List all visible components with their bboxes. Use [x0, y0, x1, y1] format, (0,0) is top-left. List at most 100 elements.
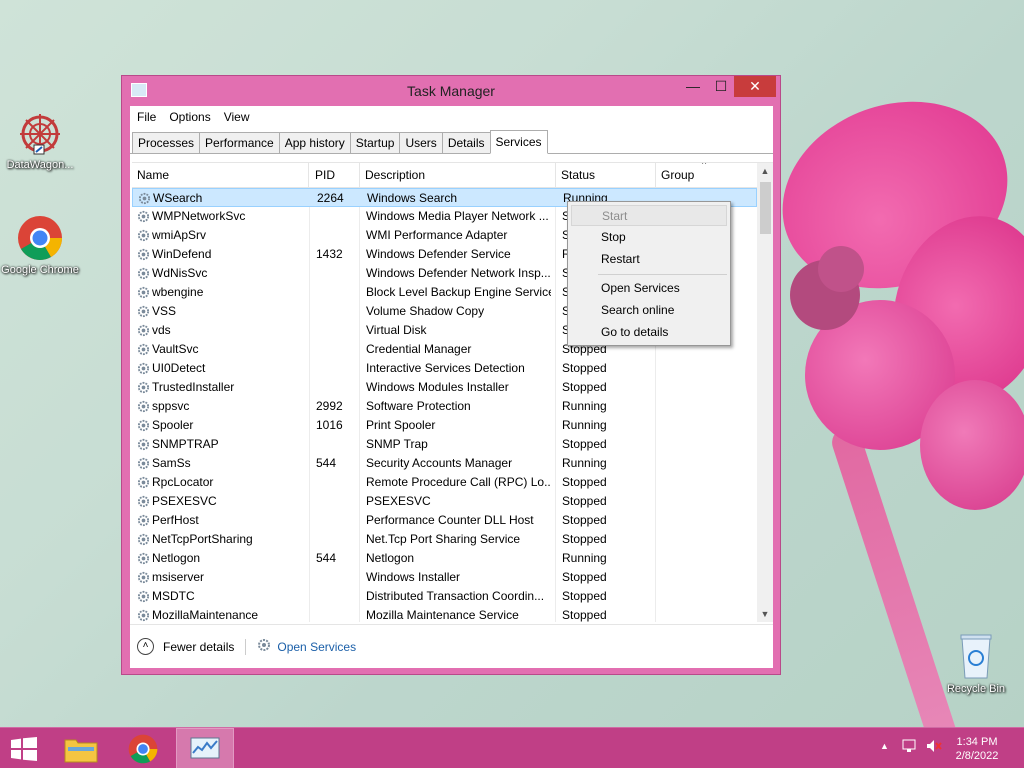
table-row[interactable]: RpcLocator Remote Procedure Call (RPC) Lo…: [132, 473, 757, 492]
tab-details[interactable]: Details: [441, 132, 491, 153]
table-row[interactable]: MSDTC Distributed Transaction Coordin... S…: [132, 587, 757, 606]
table-row[interactable]: PSEXESVC PSEXESVC Stopped: [132, 492, 757, 511]
service-gear-icon: [137, 495, 150, 508]
desktop-icon-datawagon[interactable]: DataWagon...: [0, 112, 80, 171]
taskbar-file-explorer[interactable]: [52, 728, 110, 768]
table-row[interactable]: MozillaMaintenance Mozilla Maintenance Se…: [132, 606, 757, 622]
service-status-cell: Running: [562, 456, 607, 470]
menu-options[interactable]: Options: [169, 110, 210, 124]
service-name-cell: VaultSvc: [152, 342, 199, 356]
service-description-cell: Windows Defender Service: [366, 247, 511, 261]
fewer-details-link[interactable]: Fewer details: [163, 640, 234, 654]
column-header-pid[interactable]: PID: [310, 163, 360, 188]
service-gear-icon: [137, 457, 150, 470]
service-description-cell: Windows Installer: [366, 570, 461, 584]
column-header-name[interactable]: Name: [132, 163, 309, 188]
recycle-bin-icon: [958, 632, 994, 680]
table-row[interactable]: SamSs 544 Security Accounts Manager Running: [132, 454, 757, 473]
taskbar-chrome[interactable]: [114, 728, 172, 768]
scroll-up-icon[interactable]: ▲: [757, 163, 773, 180]
service-status-cell: Stopped: [562, 361, 607, 375]
column-header-status[interactable]: Status: [556, 163, 656, 188]
service-gear-icon: [137, 590, 150, 603]
table-row[interactable]: SNMPTRAP SNMP Trap Stopped: [132, 435, 757, 454]
minimize-button[interactable]: —: [679, 76, 707, 97]
service-pid-cell: [316, 473, 356, 492]
service-gear-icon: [137, 571, 150, 584]
service-gear-icon: [137, 248, 150, 261]
maximize-button[interactable]: ☐: [707, 76, 735, 97]
service-pid-cell: [316, 606, 356, 622]
start-button[interactable]: [0, 728, 50, 768]
tab-app-history[interactable]: App history: [278, 132, 351, 153]
service-status-cell: Running: [562, 399, 607, 413]
tab-startup[interactable]: Startup: [349, 132, 401, 153]
network-icon[interactable]: [902, 739, 918, 756]
vertical-scrollbar[interactable]: ▲ ▼: [757, 163, 773, 622]
service-description-cell: Remote Procedure Call (RPC) Lo...: [366, 475, 551, 489]
service-pid-cell: 544: [316, 456, 337, 470]
context-menu-go-to-details[interactable]: Go to details: [571, 322, 727, 343]
service-name-cell: Spooler: [152, 418, 194, 432]
service-gear-icon: [137, 552, 150, 565]
table-row[interactable]: Netlogon 544 Netlogon Running: [132, 549, 757, 568]
taskbar-task-manager[interactable]: [176, 728, 234, 768]
tab-performance[interactable]: Performance: [199, 132, 280, 153]
table-row[interactable]: PerfHost Performance Counter DLL Host Stop…: [132, 511, 757, 530]
service-name-cell: msiserver: [152, 570, 205, 584]
taskbar-clock[interactable]: 1:34 PM 2/8/2022: [947, 735, 1007, 763]
scrollbar-thumb[interactable]: [760, 182, 771, 234]
open-services-link[interactable]: Open Services: [277, 640, 356, 654]
desktop-icon-chrome[interactable]: Google Chrome: [0, 215, 80, 276]
service-gear-icon: [137, 514, 150, 527]
menu-file[interactable]: File: [137, 110, 156, 124]
scroll-down-icon[interactable]: ▼: [757, 606, 773, 622]
service-pid-cell: 1016: [316, 418, 343, 432]
table-row[interactable]: TrustedInstaller Windows Modules Installe…: [132, 378, 757, 397]
service-pid-cell: [316, 207, 356, 226]
service-pid-cell: [316, 492, 356, 511]
tab-processes[interactable]: Processes: [132, 132, 201, 153]
context-menu-stop[interactable]: Stop: [571, 227, 727, 248]
table-row[interactable]: UI0Detect Interactive Services Detection S…: [132, 359, 757, 378]
context-menu-search-online[interactable]: Search online: [571, 300, 727, 321]
service-description-cell: Net.Tcp Port Sharing Service: [366, 532, 521, 546]
desktop-icon-recycle-bin[interactable]: Recycle Bin: [936, 632, 1016, 695]
service-name-cell: wbengine: [152, 285, 204, 299]
service-name-cell: SNMPTRAP: [152, 437, 219, 451]
show-hidden-icons-icon[interactable]: ▲: [880, 741, 889, 751]
tab-strip: Processes Performance App history Startu…: [130, 129, 773, 154]
desktop-icon-label: DataWagon...: [6, 159, 74, 171]
task-manager-icon: [190, 737, 220, 759]
service-name-cell: SamSs: [152, 456, 191, 470]
table-row[interactable]: msiserver Windows Installer Stopped: [132, 568, 757, 587]
context-menu-open-services[interactable]: Open Services: [571, 278, 727, 299]
column-header-description[interactable]: Description: [360, 163, 556, 188]
chevron-up-icon[interactable]: ˄: [137, 638, 154, 655]
footer-bar: ˄ Fewer details Open Services: [130, 624, 773, 668]
service-gear-icon: [138, 192, 151, 205]
footer-divider: [245, 638, 247, 655]
service-description-cell: Software Protection: [366, 399, 471, 413]
menu-view[interactable]: View: [224, 110, 250, 124]
table-row[interactable]: Spooler 1016 Print Spooler Running: [132, 416, 757, 435]
system-tray: ▲ 1:34 PM 2/8/2022: [864, 728, 1024, 768]
title-bar[interactable]: Task Manager — ☐ ✕: [122, 76, 780, 106]
close-button[interactable]: ✕: [734, 76, 776, 97]
context-menu-restart[interactable]: Restart: [571, 249, 727, 270]
chrome-icon: [128, 734, 158, 764]
clock-date: 2/8/2022: [955, 750, 999, 762]
tab-users[interactable]: Users: [399, 132, 443, 153]
service-pid-cell: [316, 511, 356, 530]
table-row[interactable]: NetTcpPortSharing Net.Tcp Port Sharing Se…: [132, 530, 757, 549]
column-header-group[interactable]: Group: [656, 163, 757, 188]
folder-icon: [64, 739, 98, 763]
service-gear-icon: [137, 533, 150, 546]
tab-services[interactable]: Services: [489, 130, 548, 154]
table-row[interactable]: sppsvc 2992 Software Protection Running: [132, 397, 757, 416]
service-name-cell: wmiApSrv: [152, 228, 207, 242]
volume-muted-icon[interactable]: [926, 739, 942, 756]
context-menu-start[interactable]: Start: [571, 205, 727, 226]
menu-bar: File Options View: [130, 106, 773, 127]
service-gear-icon: [137, 286, 150, 299]
